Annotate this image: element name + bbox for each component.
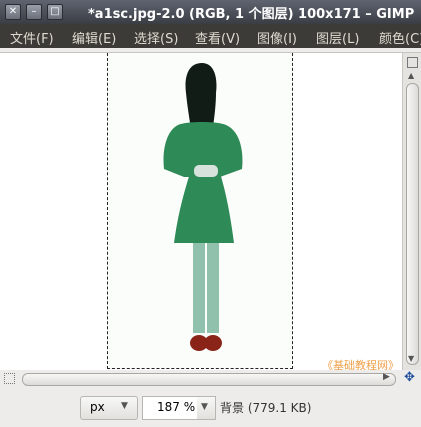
menu-file[interactable]: 文件(F)	[10, 28, 54, 47]
menu-edit[interactable]: 编辑(E)	[72, 28, 116, 47]
hands-shape	[194, 165, 218, 177]
dress-shape	[174, 173, 234, 243]
layer-info: 背景 (779.1 KB)	[220, 401, 312, 415]
zoom-dropdown-button[interactable]: ▼	[197, 396, 216, 420]
zoom-value: 187 %	[157, 400, 196, 414]
menu-colors[interactable]: 颜色(C)	[379, 28, 421, 47]
unit-value: px	[90, 400, 105, 414]
navigate-icon[interactable]	[407, 57, 418, 68]
scroll-up-icon[interactable]: ▲	[408, 71, 414, 80]
scroll-right-icon[interactable]: ▶	[383, 372, 390, 382]
chevron-down-icon: ▼	[121, 401, 128, 411]
horizontal-scroll-thumb[interactable]	[22, 373, 396, 386]
minimize-icon: –	[31, 6, 37, 17]
menu-bar: 文件(F) 编辑(E) 选择(S) 查看(V) 图像(I) 图层(L) 颜色(C…	[0, 24, 421, 48]
right-shoe-shape	[204, 335, 222, 351]
image-canvas[interactable]	[0, 53, 402, 370]
navigation-icon[interactable]: ✥	[404, 370, 415, 385]
scroll-down-icon[interactable]: ▼	[408, 354, 414, 363]
image-boundary	[107, 53, 293, 369]
menu-view[interactable]: 查看(V)	[195, 28, 240, 47]
menu-image[interactable]: 图像(I)	[257, 28, 297, 47]
menu-layer[interactable]: 图层(L)	[316, 28, 359, 47]
vertical-scroll-thumb[interactable]	[406, 83, 419, 365]
chevron-down-icon: ▼	[201, 402, 208, 412]
right-leg-shape	[207, 243, 219, 333]
title-bar: ✕ – □ *a1sc.jpg-2.0 (RGB, 1 个图层) 100x171…	[0, 0, 421, 24]
horizontal-scrollbar-row: ◀ ▶ ✥	[0, 370, 421, 388]
maximize-window-button[interactable]: □	[47, 4, 63, 20]
quick-mask-icon[interactable]	[4, 373, 15, 384]
window-title: *a1sc.jpg-2.0 (RGB, 1 个图层) 100x171 – GIM…	[88, 7, 415, 22]
close-window-button[interactable]: ✕	[5, 4, 21, 20]
minimize-window-button[interactable]: –	[26, 4, 42, 20]
vertical-scrollbar[interactable]: ▲ ▼	[402, 53, 421, 370]
close-icon: ✕	[8, 6, 18, 17]
menu-select[interactable]: 选择(S)	[134, 28, 178, 47]
left-leg-shape	[193, 243, 205, 333]
status-bar: px ▼ 187 % ▼ 背景 (779.1 KB)	[0, 388, 421, 427]
zoom-input[interactable]: 187 %	[142, 396, 199, 420]
unit-select[interactable]: px ▼	[80, 396, 138, 420]
maximize-icon: □	[50, 6, 60, 17]
figure-image	[163, 63, 243, 351]
